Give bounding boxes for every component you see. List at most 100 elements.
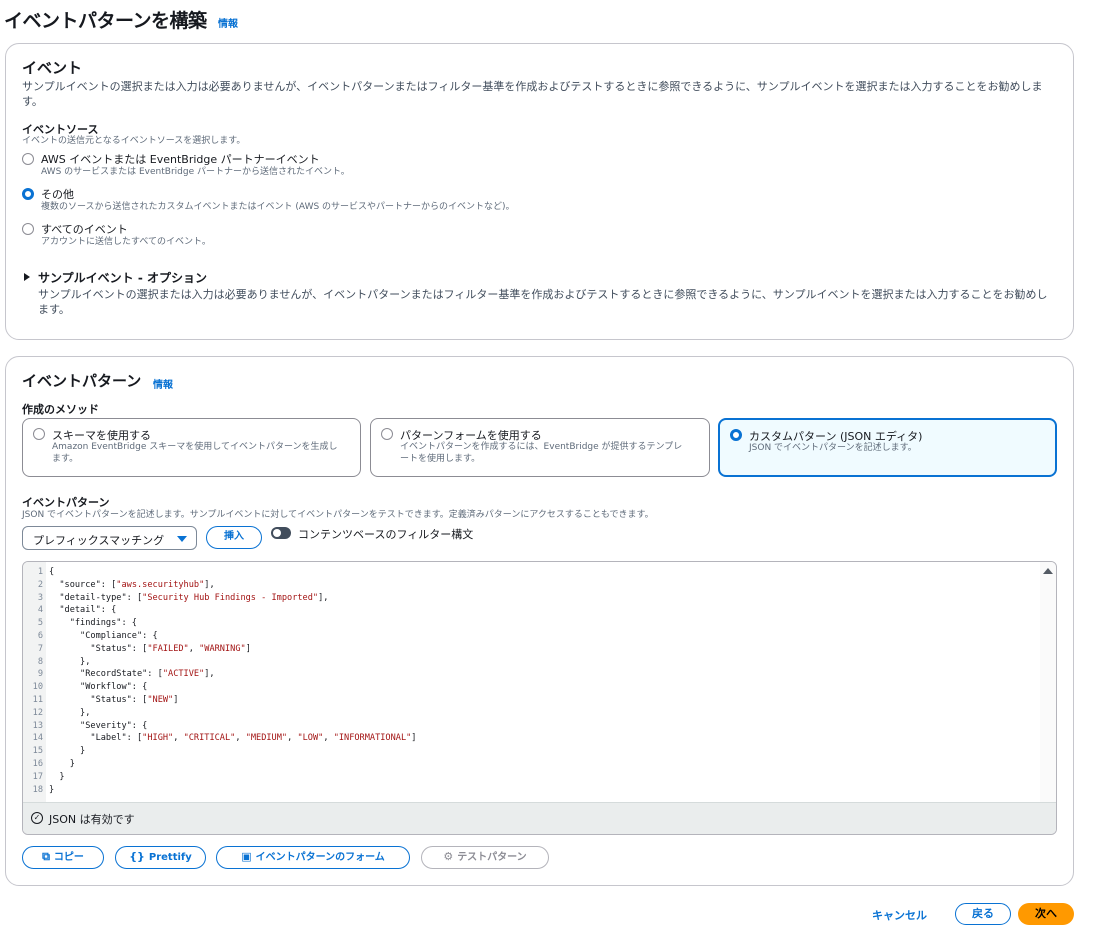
event-panel-description: サンプルイベントの選択または入力は必要ありませんが、イベントパターンまたはフィル… — [22, 80, 1043, 108]
line-number: 11 — [32, 694, 43, 705]
pattern-label: イベントパターン — [22, 496, 110, 509]
prettify-button[interactable]: {} Prettify — [115, 846, 206, 869]
method-tile-pattern-form[interactable]: パターンフォームを使用する イベントパターンを作成するには、EventBridg… — [370, 418, 710, 477]
line-number: 2 — [37, 579, 43, 590]
line-content: } — [49, 771, 65, 782]
radio-button[interactable] — [22, 223, 34, 235]
code-line: 9 "RecordState": ["ACTIVE"], — [23, 668, 1033, 681]
check-circle-icon: ✓ — [31, 812, 43, 824]
radio-button[interactable] — [22, 153, 34, 165]
sample-event-description: サンプルイベントの選択または入力は必要ありませんが、イベントパターンまたはフィル… — [38, 288, 1048, 316]
radio-label: すべてのイベント — [41, 223, 128, 236]
method-label: 作成のメソッド — [22, 403, 99, 416]
toggle-label: コンテンツベースのフィルター構文 — [298, 528, 474, 541]
pattern-form-button[interactable]: ▣ イベントパターンのフォーム — [216, 846, 410, 869]
line-content: "RecordState": ["ACTIVE"], — [80, 669, 215, 680]
line-content: "detail-type": ["Security Hub Findings -… — [59, 592, 329, 603]
radio-description: 複数のソースから送信されたカスタムイベントまたはイベント (AWS のサービスや… — [41, 202, 515, 212]
pattern-info-link[interactable]: 情報 — [153, 376, 173, 391]
line-number: 17 — [32, 771, 43, 782]
code-line: 14 "Label": ["HIGH", "CRITICAL", "MEDIUM… — [23, 732, 1033, 745]
line-content: "findings": { — [69, 618, 137, 629]
insert-button[interactable]: 挿入 — [206, 526, 262, 549]
line-content: "Label": ["HIGH", "CRITICAL", "MEDIUM", … — [90, 733, 417, 744]
line-number: 18 — [32, 784, 43, 795]
code-area[interactable]: 1{2 "source": ["aws.securityhub"], 3 "det… — [23, 566, 1033, 796]
line-number: 6 — [37, 630, 43, 641]
code-line: 6 "Compliance": { — [23, 630, 1033, 643]
copy-label: コピー — [53, 852, 84, 863]
radio-button[interactable] — [22, 188, 34, 200]
cancel-link[interactable]: キャンセル — [872, 907, 927, 923]
line-number: 9 — [37, 669, 43, 680]
line-content: "detail": { — [59, 605, 117, 616]
line-content: { — [49, 567, 55, 577]
radio-button[interactable] — [381, 428, 393, 440]
line-content: "Status": ["NEW"] — [90, 694, 179, 705]
page-title: イベントパターンを構築 — [4, 10, 207, 32]
code-line: 11 "Status": ["NEW"] — [23, 694, 1033, 707]
braces-icon: {} — [129, 850, 145, 863]
line-number: 12 — [32, 707, 43, 718]
line-number: 3 — [37, 592, 43, 603]
line-content: "Status": ["FAILED", "WARNING"] — [90, 643, 251, 654]
code-line: 18} — [23, 784, 1033, 797]
line-content: } — [49, 746, 86, 757]
form-icon: ▣ — [241, 850, 252, 863]
line-number: 10 — [32, 682, 43, 693]
editor-scrollbar[interactable] — [1040, 562, 1056, 802]
test-pattern-button[interactable]: ⚙ テストパターン — [421, 846, 549, 869]
line-number: 14 — [32, 733, 43, 744]
line-content: }, — [49, 656, 91, 667]
radio-button[interactable] — [730, 429, 742, 441]
radio-description: AWS のサービスまたは EventBridge パートナーから送信されたイベン… — [41, 167, 350, 177]
line-content: } — [49, 758, 75, 769]
line-content: "Workflow": { — [80, 682, 148, 693]
prettify-label: Prettify — [148, 852, 192, 863]
pattern-form-label: イベントパターンのフォーム — [255, 852, 385, 863]
line-number: 4 — [37, 605, 43, 616]
method-tile-schema[interactable]: スキーマを使用する Amazon EventBridge スキーマを使用してイベ… — [22, 418, 361, 477]
copy-icon: ⧉ — [42, 850, 50, 863]
code-line: 16 } — [23, 758, 1033, 771]
radio-button[interactable] — [33, 428, 45, 440]
json-status-text: JSON は有効です — [49, 813, 135, 826]
editor-status-bar: ✓ JSON は有効です — [23, 802, 1056, 834]
code-line: 8 }, — [23, 656, 1033, 669]
line-content: }, — [49, 707, 91, 718]
code-line: 17 } — [23, 771, 1033, 784]
line-content: } — [49, 784, 55, 795]
pattern-hint: JSON でイベントパターンを記述します。サンプルイベントに対してイベントパター… — [22, 510, 654, 520]
code-line: 5 "findings": { — [23, 617, 1033, 630]
json-editor[interactable]: 1{2 "source": ["aws.securityhub"], 3 "det… — [22, 561, 1057, 835]
select-value: プレフィックスマッチング — [33, 534, 165, 547]
match-type-select[interactable]: プレフィックスマッチング — [22, 526, 197, 550]
page-info-link[interactable]: 情報 — [218, 15, 238, 30]
back-button[interactable]: 戻る — [955, 903, 1011, 925]
code-line: 4 "detail": { — [23, 604, 1033, 617]
line-number: 7 — [37, 643, 43, 654]
content-filter-toggle[interactable] — [271, 527, 291, 539]
radio-label: その他 — [41, 188, 74, 201]
test-pattern-label: テストパターン — [457, 852, 527, 863]
method-tile-custom-json[interactable]: カスタムパターン (JSON エディタ) JSON でイベントパターンを記述しま… — [718, 418, 1057, 477]
event-pattern-panel: イベントパターン 情報 作成のメソッド スキーマを使用する Amazon Eve… — [5, 356, 1074, 886]
event-panel: イベント サンプルイベントの選択または入力は必要ありませんが、イベントパターンま… — [5, 43, 1074, 340]
sample-event-title: サンプルイベント - オプション — [38, 271, 207, 285]
copy-button[interactable]: ⧉ コピー — [22, 846, 104, 869]
pattern-panel-title: イベントパターン — [22, 372, 142, 390]
line-number: 15 — [32, 746, 43, 757]
code-line: 7 "Status": ["FAILED", "WARNING"] — [23, 643, 1033, 656]
line-number: 13 — [32, 720, 43, 731]
tile-description: JSON でイベントパターンを記述します。 — [749, 443, 917, 453]
radio-label: AWS イベントまたは EventBridge パートナーイベント — [41, 153, 320, 166]
code-line: 13 "Severity": { — [23, 720, 1033, 733]
next-button[interactable]: 次へ — [1018, 903, 1074, 925]
radio-description: アカウントに送信したすべてのイベント。 — [41, 237, 211, 247]
code-line: 12 }, — [23, 707, 1033, 720]
code-line: 2 "source": ["aws.securityhub"], — [23, 579, 1033, 592]
scroll-up-icon[interactable] — [1043, 568, 1053, 574]
code-line: 3 "detail-type": ["Security Hub Findings… — [23, 592, 1033, 605]
event-source-hint: イベントの送信元となるイベントソースを選択します。 — [22, 136, 246, 146]
line-number: 5 — [37, 618, 43, 629]
